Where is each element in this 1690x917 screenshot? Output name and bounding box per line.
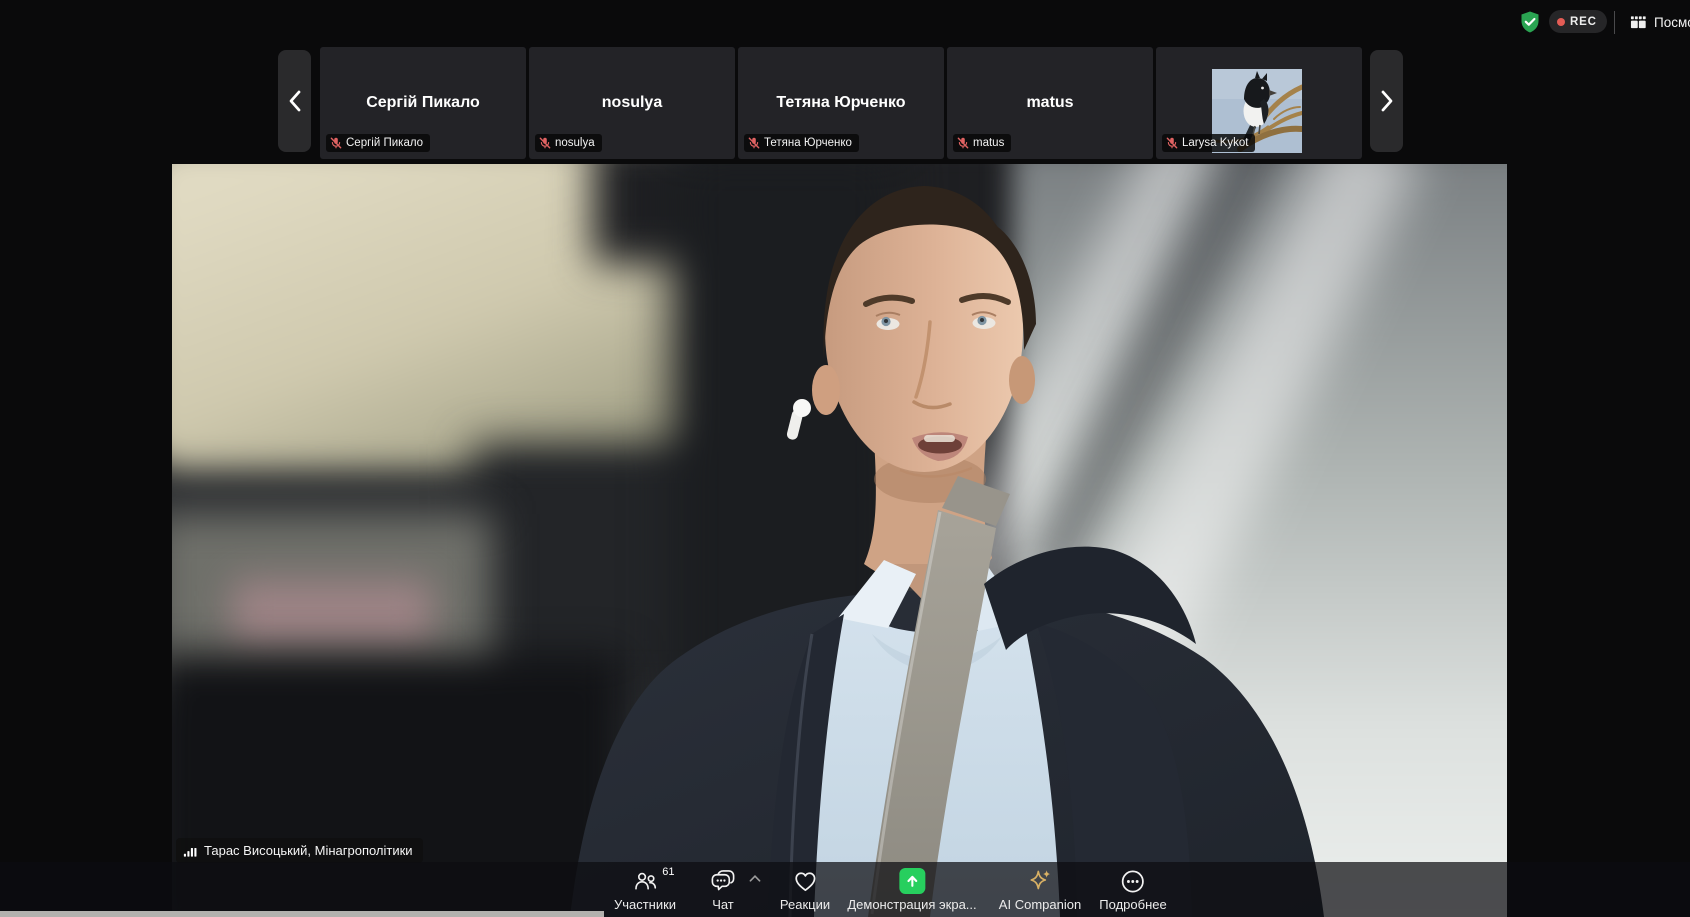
view-label: Посмот: [1654, 15, 1690, 30]
chevron-left-icon: [288, 90, 302, 112]
topbar-divider: [1614, 11, 1615, 34]
participant-name: nosulya: [602, 94, 662, 112]
participant-tile[interactable]: nosulya nosulya: [529, 47, 735, 159]
participant-label: nosulya: [555, 137, 595, 149]
participant-label-pill: Larysa Kykot: [1162, 134, 1255, 152]
filmstrip-prev-button[interactable]: [278, 50, 311, 152]
participant-name: matus: [1026, 94, 1073, 112]
more-ellipsis-icon: [1119, 868, 1146, 895]
ai-companion-button[interactable]: AI Companion: [999, 862, 1081, 917]
participant-tile[interactable]: Тетяна Юрченко Тетяна Юрченко: [738, 47, 944, 159]
meeting-toolbar: Видео 61 Участники: [0, 862, 1690, 917]
participant-label: Larysa Kykot: [1182, 137, 1248, 149]
participants-icon: [631, 868, 658, 895]
muted-mic-icon: [330, 137, 342, 149]
share-screen-icon: [899, 868, 925, 894]
heart-icon: [792, 868, 819, 895]
participant-name: Сергій Пикало: [366, 94, 480, 112]
speaker-name: Тарас Висоцький, Мінагрополітики: [204, 843, 413, 858]
muted-mic-icon: [1166, 137, 1178, 149]
speaker-person: [172, 164, 1507, 917]
view-grid-icon: [1630, 14, 1647, 31]
participant-tile[interactable]: Larysa Kykot: [1156, 47, 1362, 159]
participant-label-pill: nosulya: [535, 134, 602, 152]
background-window-edge: [0, 911, 604, 917]
participant-label-pill: Сергій Пикало: [326, 134, 430, 152]
chat-button[interactable]: Чат: [710, 862, 737, 917]
more-button[interactable]: Подробнее: [1099, 862, 1166, 917]
participant-label-pill: matus: [953, 134, 1011, 152]
chevron-right-icon: [1380, 90, 1394, 112]
participant-tile[interactable]: matus matus: [947, 47, 1153, 159]
muted-mic-icon: [957, 137, 969, 149]
filmstrip-next-button[interactable]: [1370, 50, 1403, 152]
participant-label-pill: Тетяна Юрченко: [744, 134, 859, 152]
audio-level-icon: [183, 844, 197, 858]
rec-dot-icon: [1557, 18, 1565, 26]
participant-label: Сергій Пикало: [346, 137, 423, 149]
active-speaker-video[interactable]: [172, 164, 1507, 917]
ai-companion-sparkle-icon: [1026, 867, 1054, 895]
participant-name: Тетяна Юрченко: [776, 94, 905, 112]
reactions-button[interactable]: Реакции: [780, 862, 830, 917]
participant-label: matus: [973, 137, 1004, 149]
participant-tile[interactable]: Сергій Пикало Сергій Пикало: [320, 47, 526, 159]
view-button[interactable]: Посмот: [1630, 11, 1690, 34]
top-bar: REC Посмот: [0, 0, 1690, 45]
chat-icon: [710, 868, 737, 895]
share-screen-button[interactable]: Демонстрация экра...: [847, 862, 976, 917]
muted-mic-icon: [748, 137, 760, 149]
participants-count-badge: 61: [662, 866, 674, 878]
active-speaker-label: Тарас Висоцький, Мінагрополітики: [176, 838, 423, 863]
recording-indicator: REC: [1549, 10, 1607, 33]
participant-label: Тетяна Юрченко: [764, 137, 852, 149]
rec-label: REC: [1570, 16, 1597, 28]
security-shield-icon[interactable]: [1518, 9, 1542, 35]
muted-mic-icon: [539, 137, 551, 149]
participants-button[interactable]: 61 Участники: [614, 862, 676, 917]
chevron-up-icon[interactable]: [750, 875, 761, 882]
